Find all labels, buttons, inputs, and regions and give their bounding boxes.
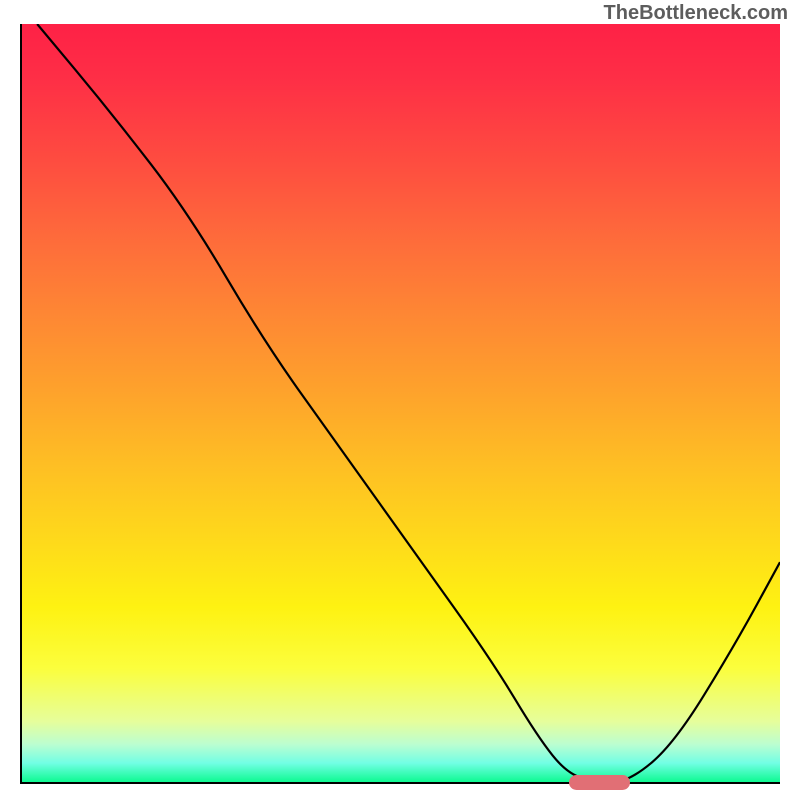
watermark-text: TheBottleneck.com bbox=[604, 2, 788, 25]
chart-curve-svg bbox=[22, 24, 780, 782]
bottleneck-curve-line bbox=[37, 24, 780, 782]
chart-plot-area bbox=[20, 24, 780, 784]
optimal-range-marker bbox=[569, 775, 630, 790]
